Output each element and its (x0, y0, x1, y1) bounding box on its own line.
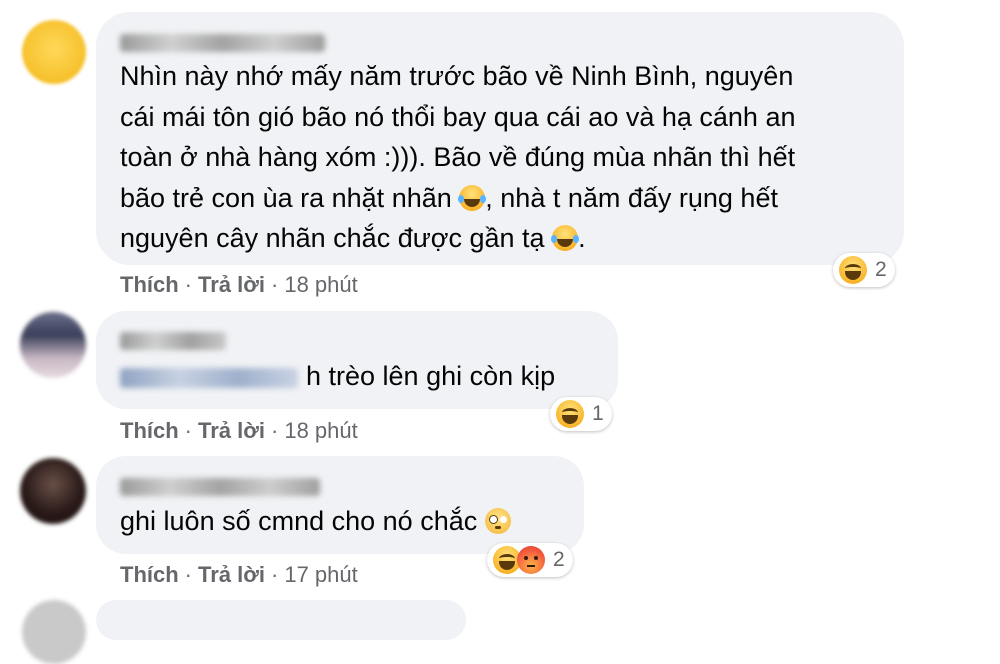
comment-text: Nhìn này nhớ mấy năm trước bão về Ninh B… (120, 56, 795, 259)
reaction-count: 2 (875, 258, 887, 281)
comment-text-line: cái mái tôn gió bão nó thổi bay qua cái … (120, 101, 796, 132)
reaction-summary[interactable]: 2 (487, 543, 573, 577)
reaction-summary[interactable]: 2 (833, 253, 895, 287)
comment-timestamp[interactable]: 18 phút (284, 272, 357, 297)
commenter-avatar[interactable] (20, 458, 86, 524)
commenter-name-blurred[interactable] (120, 478, 320, 496)
commenter-avatar[interactable] (20, 312, 86, 378)
commenter-name-blurred[interactable] (120, 34, 325, 52)
comment-text: h trèo lên ghi còn kịp (120, 356, 555, 397)
like-button[interactable]: Thích (120, 562, 179, 587)
comment-text-line: bão trẻ con ùa ra nhặt nhãn , nhà t năm … (120, 182, 778, 213)
commenter-avatar-partial[interactable] (22, 600, 86, 664)
like-button[interactable]: Thích (120, 272, 179, 297)
reaction-summary[interactable]: 1 (550, 397, 612, 431)
comment-actions: Thích · Trả lời · 18 phút (120, 272, 358, 297)
reply-button[interactable]: Trả lời (198, 418, 265, 443)
angry-reaction-icon (517, 546, 545, 574)
face-with-tears-of-joy-icon (551, 225, 579, 251)
tagged-user-blurred[interactable] (120, 367, 298, 388)
comment-text: ghi luôn số cmnd cho nó chắc (120, 501, 511, 542)
flushed-face-icon (484, 508, 511, 534)
commenter-name-blurred[interactable] (120, 332, 226, 350)
reply-button[interactable]: Trả lời (198, 272, 265, 297)
comment-text-line: toàn ở nhà hàng xóm :))). Bão về đúng mù… (120, 142, 796, 172)
haha-reaction-icon (556, 400, 584, 428)
comment-text-line: Nhìn này nhớ mấy năm trước bão về Ninh B… (120, 61, 794, 91)
reaction-count: 2 (553, 548, 565, 571)
like-button[interactable]: Thích (120, 418, 179, 443)
reply-button[interactable]: Trả lời (198, 562, 265, 587)
comment-actions: Thích · Trả lời · 18 phút (120, 418, 358, 443)
comment-timestamp[interactable]: 18 phút (284, 418, 357, 443)
haha-reaction-icon (839, 256, 867, 284)
next-comment-bubble-partial (96, 600, 466, 640)
commenter-avatar[interactable] (22, 20, 86, 84)
reaction-count: 1 (592, 402, 604, 425)
comment-text-line: nguyên cây nhãn chắc được gần tạ . (120, 223, 586, 253)
comment-timestamp[interactable]: 17 phút (284, 562, 357, 587)
face-with-tears-of-joy-icon (458, 184, 486, 211)
comment-actions: Thích · Trả lời · 17 phút (120, 562, 358, 587)
